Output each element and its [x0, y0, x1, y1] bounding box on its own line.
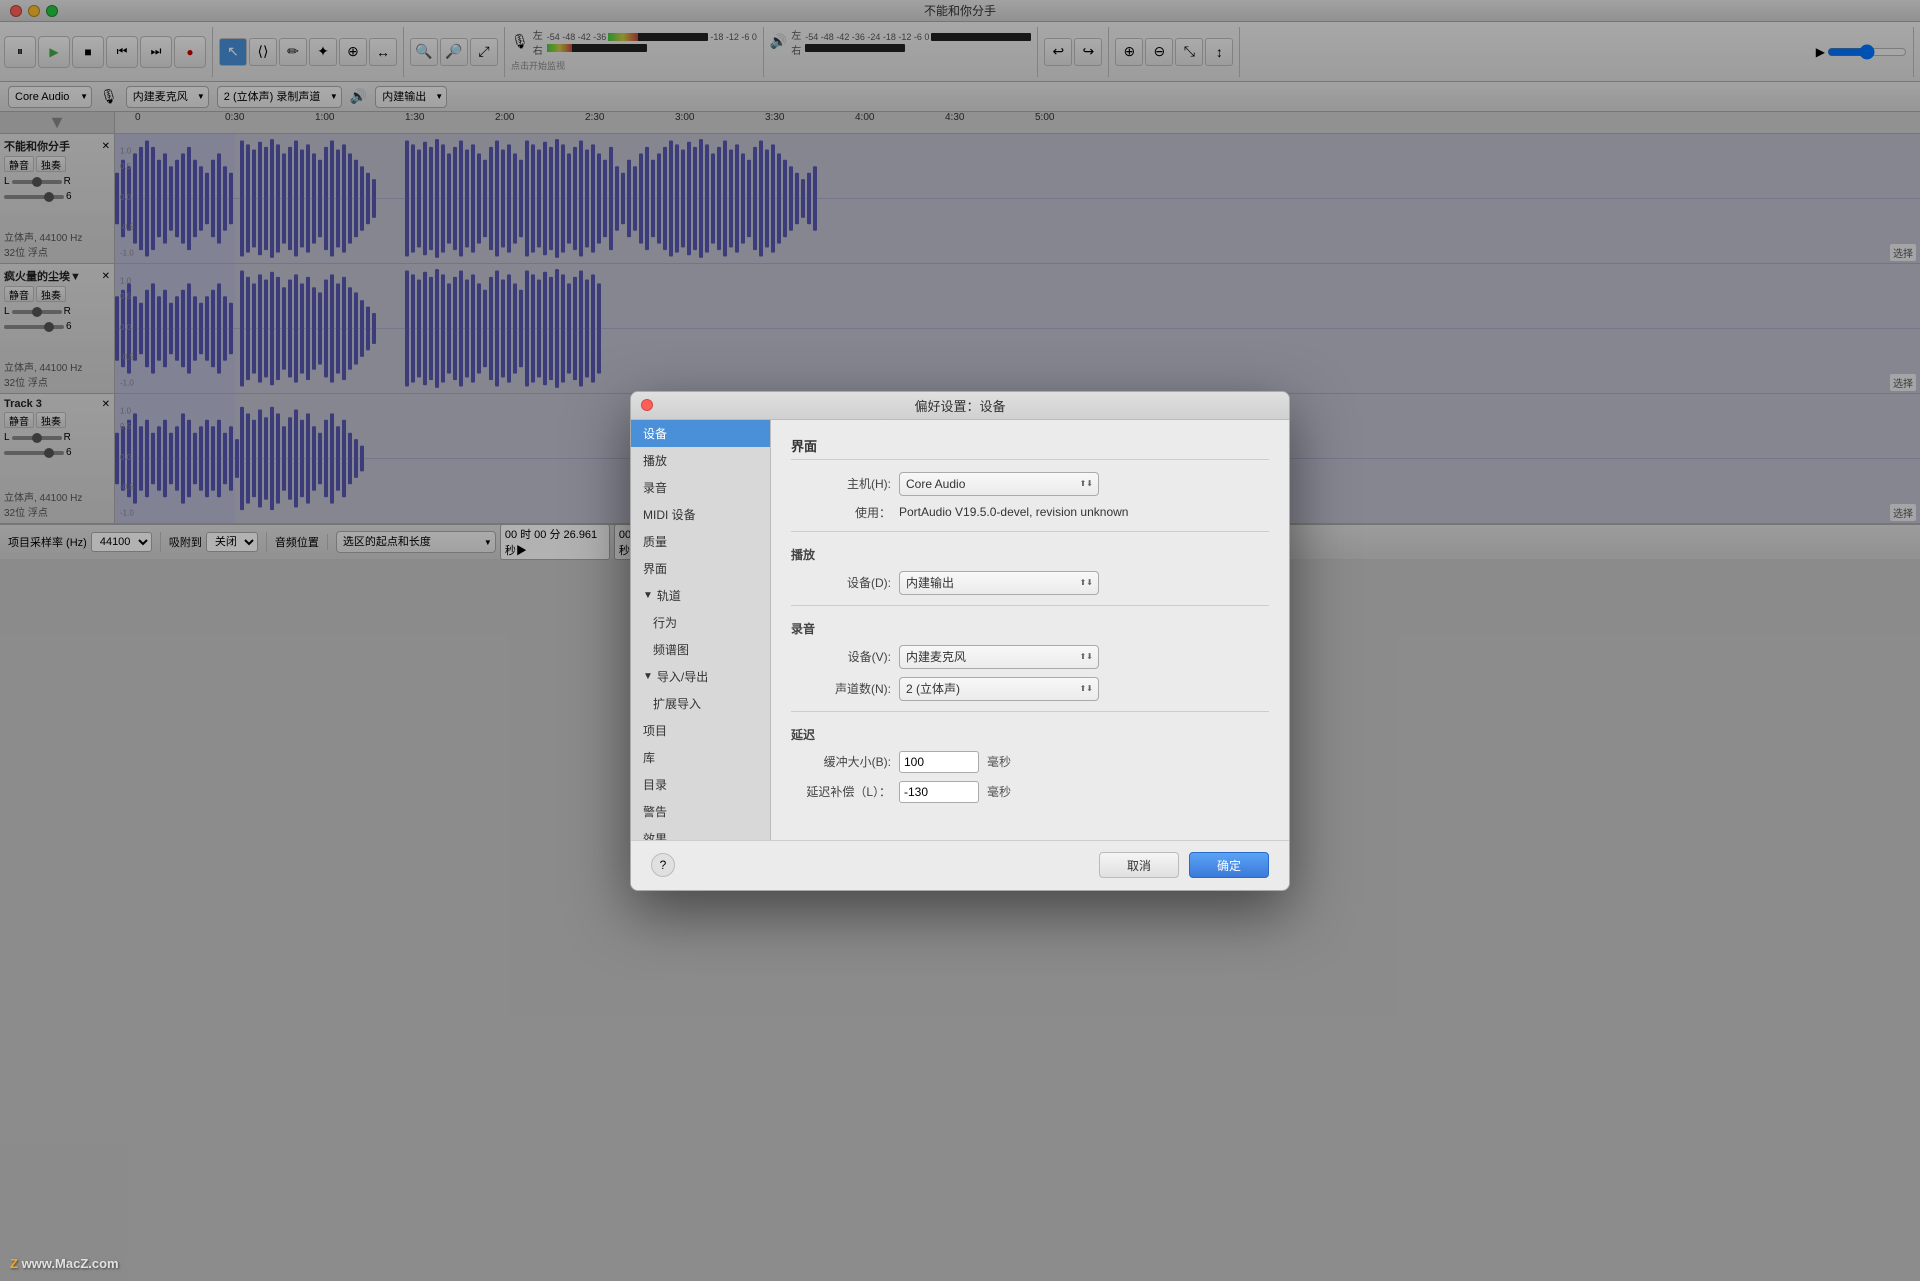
host-row: 主机(H): Core Audio ⬆⬇ [791, 472, 1269, 496]
sidebar-item-playback[interactable]: 播放 [631, 447, 770, 474]
buffer-unit: 毫秒 [987, 753, 1011, 770]
modal-sidebar: 设备 播放 录音 MIDI 设备 质量 界面 ▼ 轨道 行为 频谱图 ▼ 导入/… [631, 420, 771, 840]
buffer-input[interactable] [899, 751, 979, 773]
buffer-row: 缓冲大小(B): 毫秒 [791, 751, 1269, 773]
help-button[interactable]: ? [651, 853, 675, 877]
host-select-wrapper: Core Audio ⬆⬇ [899, 472, 1099, 496]
sidebar-item-project[interactable]: 项目 [631, 717, 770, 744]
channels-form-select[interactable]: 2 (立体声) [899, 677, 1099, 701]
modal-footer: ? 取消 确定 [631, 840, 1289, 890]
preferences-modal: 偏好设置：设备 设备 播放 录音 MIDI 设备 质量 界面 ▼ 轨道 行为 频… [630, 391, 1290, 891]
importexport-arrow-icon: ▼ [643, 671, 653, 682]
sidebar-item-behavior[interactable]: 行为 [631, 609, 770, 636]
playback-section-title: 播放 [791, 546, 1269, 563]
recording-device-label: 设备(V): [791, 648, 891, 665]
playback-device-select[interactable]: 内建输出 [899, 571, 1099, 595]
sidebar-item-importexport-section[interactable]: ▼ 导入/导出 [631, 663, 770, 690]
sidebar-item-spectrogram[interactable]: 频谱图 [631, 636, 770, 663]
playback-device-row: 设备(D): 内建输出 ⬆⬇ [791, 571, 1269, 595]
playback-device-select-wrapper: 内建输出 ⬆⬇ [899, 571, 1099, 595]
latency-comp-input[interactable] [899, 781, 979, 803]
host-label: 主机(H): [791, 475, 891, 492]
latency-comp-label: 延迟补偿（L）： [791, 783, 891, 800]
watermark: Z www.MacZ.com [10, 1256, 119, 1271]
portaudio-value: PortAudio V19.5.0-devel, revision unknow… [899, 505, 1128, 519]
sidebar-item-library[interactable]: 库 [631, 744, 770, 771]
portaudio-label: 使用： [791, 504, 891, 521]
sidebar-item-directories[interactable]: 目录 [631, 771, 770, 798]
recording-device-select-wrapper: 内建麦克风 ⬆⬇ [899, 645, 1099, 669]
portaudio-row: 使用： PortAudio V19.5.0-devel, revision un… [791, 504, 1269, 521]
buffer-label: 缓冲大小(B): [791, 753, 891, 770]
sidebar-tracks-label: 轨道 [657, 587, 681, 604]
latency-section-title: 延迟 [791, 726, 1269, 743]
modal-close-button[interactable] [641, 399, 653, 411]
sidebar-item-extended-import[interactable]: 扩展导入 [631, 690, 770, 717]
playback-device-label: 设备(D): [791, 574, 891, 591]
sidebar-item-recording[interactable]: 录音 [631, 474, 770, 501]
sidebar-item-devices[interactable]: 设备 [631, 420, 770, 447]
modal-title: 偏好设置：设备 [914, 396, 1005, 415]
sidebar-item-tracks-section[interactable]: ▼ 轨道 [631, 582, 770, 609]
latency-comp-unit: 毫秒 [987, 783, 1011, 800]
channels-form-select-wrapper: 2 (立体声) ⬆⬇ [899, 677, 1099, 701]
divider-3 [791, 711, 1269, 712]
channels-form-label: 声道数(N): [791, 680, 891, 697]
sidebar-importexport-label: 导入/导出 [657, 668, 708, 685]
ok-button[interactable]: 确定 [1189, 852, 1269, 878]
sidebar-item-quality[interactable]: 质量 [631, 528, 770, 555]
watermark-url: www.MacZ.com [22, 1256, 119, 1271]
modal-main-content: 界面 主机(H): Core Audio ⬆⬇ 使用： PortAudio V1… [771, 420, 1289, 840]
host-select[interactable]: Core Audio [899, 472, 1099, 496]
watermark-prefix: Z [10, 1256, 22, 1271]
sidebar-item-midi[interactable]: MIDI 设备 [631, 501, 770, 528]
modal-titlebar: 偏好设置：设备 [631, 392, 1289, 420]
latency-comp-row: 延迟补偿（L）： 毫秒 [791, 781, 1269, 803]
recording-section-title: 录音 [791, 620, 1269, 637]
modal-body: 设备 播放 录音 MIDI 设备 质量 界面 ▼ 轨道 行为 频谱图 ▼ 导入/… [631, 420, 1289, 840]
recording-device-select[interactable]: 内建麦克风 [899, 645, 1099, 669]
modal-overlay: 偏好设置：设备 设备 播放 录音 MIDI 设备 质量 界面 ▼ 轨道 行为 频… [0, 0, 1920, 1281]
modal-section-title: 界面 [791, 436, 1269, 460]
sidebar-item-effects[interactable]: 效果 [631, 825, 770, 840]
divider-2 [791, 605, 1269, 606]
divider-1 [791, 531, 1269, 532]
sidebar-item-warnings[interactable]: 警告 [631, 798, 770, 825]
sidebar-item-interface[interactable]: 界面 [631, 555, 770, 582]
recording-device-row: 设备(V): 内建麦克风 ⬆⬇ [791, 645, 1269, 669]
cancel-button[interactable]: 取消 [1099, 852, 1179, 878]
tracks-arrow-icon: ▼ [643, 590, 653, 601]
channels-row: 声道数(N): 2 (立体声) ⬆⬇ [791, 677, 1269, 701]
